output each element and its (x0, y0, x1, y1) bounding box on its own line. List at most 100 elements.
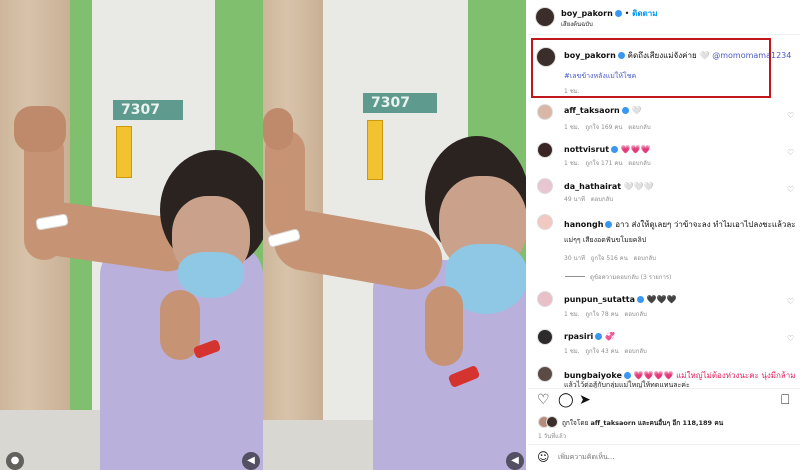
heart-icon[interactable]: ♡ (787, 334, 794, 343)
comment-username[interactable]: nottvisrut (564, 145, 609, 154)
comment-username[interactable]: aff_taksaorn (564, 106, 620, 115)
reply-button[interactable]: ตอบกลับ (591, 196, 613, 203)
likes-summary: ถูกใจโดย aff_taksaorn และคนอื่นๆ อีก 118… (562, 418, 723, 428)
heart-icon[interactable]: ♡ (787, 148, 794, 157)
comment-time: 1 ชม. (564, 348, 580, 355)
fist (14, 106, 66, 152)
person-icon[interactable]: ● (6, 452, 24, 470)
heart-icon[interactable]: ♡ (787, 111, 794, 120)
author-avatar[interactable] (535, 7, 555, 27)
verified-icon (621, 107, 629, 114)
replies-line (565, 276, 585, 277)
comment-text: 💗💗💗💗 แม่ใหญ่ไม่ต้องห่วงนะคะ นุ่งมีกล้าม (633, 371, 796, 380)
post-time: 1 วันที่แล้ว (538, 433, 567, 440)
reply-button[interactable]: ตอบกลับ (624, 311, 646, 318)
verified-icon (605, 221, 613, 228)
room-sign: 7307 (113, 100, 183, 120)
comment-text: 🤍 (631, 106, 642, 115)
sign-tag (367, 120, 383, 180)
comment-text: 💗💗💗 (620, 145, 651, 154)
video-frame-right[interactable]: 7307 ◀ (263, 0, 526, 470)
caption-highlight-box (531, 38, 771, 98)
bookmark-icon[interactable]: ⎕ (781, 392, 789, 408)
verified-icon (595, 333, 603, 340)
comment-line: nottvisrut 💗💗💗 (564, 145, 651, 154)
comment-line: da_hathairat 🤍🤍🤍 (564, 182, 654, 191)
comment-meta: 1 ชม. ถูกใจ 171 คน ตอบกลับ (564, 158, 651, 168)
comment-time: 49 นาที (564, 196, 585, 203)
comment-likes[interactable]: ถูกใจ 171 คน (585, 160, 622, 167)
reply-button[interactable]: ตอบกลับ (628, 124, 650, 131)
emoji-icon[interactable]: ☺ (537, 450, 550, 464)
comment-avatar[interactable] (537, 329, 553, 345)
volume-icon[interactable]: ◀ (242, 452, 260, 470)
action-divider (528, 388, 800, 389)
comment-avatar[interactable] (537, 366, 553, 382)
header-divider (528, 34, 800, 35)
reply-button[interactable]: ตอบกลับ (628, 160, 650, 167)
verified-icon (623, 372, 631, 379)
comment-text: อาว ส่งให้ดูเลยๆ ว่าข้าจะลง ทำไมเอาไปลงช… (615, 220, 796, 229)
comment-line: rpasiri 💞 (564, 332, 615, 341)
heart-icon[interactable]: ♡ (787, 222, 794, 231)
comment-text: 💞 (605, 332, 616, 341)
reply-button[interactable]: ตอบกลับ (624, 348, 646, 355)
comment-avatar[interactable] (537, 104, 553, 120)
comment-username[interactable]: bungbaiyoke (564, 371, 622, 380)
comment-text: 🤍🤍🤍 (623, 182, 654, 191)
video-scene: 7307 (263, 0, 526, 470)
comment-line: punpun_sutatta 🖤🖤🖤 (564, 295, 677, 304)
sign-tag (116, 126, 132, 178)
reply-button[interactable]: ตอบกลับ (634, 255, 656, 262)
room-sign: 7307 (363, 93, 437, 113)
comment-avatar[interactable] (537, 291, 553, 307)
comment-meta: 30 นาที ถูกใจ 516 คน ตอบกลับ (564, 253, 656, 263)
comment-time: 30 นาที (564, 255, 585, 262)
author-username[interactable]: boy_pakorn (561, 9, 613, 18)
comment-text-continued: แล้วไว้ต่อสู้กับกลุ่มแม่ใหญ่ให้ทดแทนละค่… (564, 381, 690, 389)
hand (425, 286, 463, 366)
comment-text: 🖤🖤🖤 (646, 295, 677, 304)
comment-avatar[interactable] (537, 214, 553, 230)
verified-icon (611, 146, 619, 153)
comment-avatar[interactable] (537, 178, 553, 194)
heart-icon[interactable]: ♡ (787, 185, 794, 194)
comment-meta: 1 ชม. ถูกใจ 43 คน ตอบกลับ (564, 346, 647, 356)
comment-likes[interactable]: ถูกใจ 78 คน (585, 311, 618, 318)
comment-username[interactable]: da_hathairat (564, 182, 621, 191)
verified-icon (614, 10, 622, 17)
comment-meta: 49 นาที ตอบกลับ (564, 194, 613, 204)
liker-avatar (546, 416, 558, 428)
video-frame-left[interactable]: 7307 ● ◀ (0, 0, 263, 470)
comment-meta: 1 ชม. ถูกใจ 78 คน ตอบกลับ (564, 309, 647, 319)
comment-icon[interactable]: ◯ (558, 392, 574, 408)
share-icon[interactable]: ➤ (579, 392, 591, 408)
likes-prefix: ถูกใจโดย (562, 419, 589, 427)
likes-user[interactable]: aff_taksaorn (590, 419, 635, 427)
video-scene: 7307 (0, 0, 263, 470)
add-comment-input[interactable] (558, 450, 778, 464)
comment-avatar[interactable] (537, 142, 553, 158)
comment-username[interactable]: punpun_sutatta (564, 295, 635, 304)
comment-time: 1 ชม. (564, 311, 580, 318)
comment-meta: 1 ชม. ถูกใจ 169 คน ตอบกลับ (564, 122, 651, 132)
comment-likes[interactable]: ถูกใจ 516 คน (591, 255, 628, 262)
comment-line: aff_taksaorn 🤍 (564, 106, 641, 115)
comment-username[interactable]: hanongh (564, 220, 603, 229)
comment-line: hanongh อาว ส่งให้ดูเลยๆ ว่าข้าจะลง ทำไม… (564, 218, 796, 231)
heart-icon[interactable]: ♡ (787, 297, 794, 306)
fist (263, 108, 293, 150)
comment-likes[interactable]: ถูกใจ 43 คน (585, 348, 618, 355)
comment-text-continued: แม่ๆๆ เสียงอดฟันขโมยคลิป (564, 236, 647, 244)
view-replies-button[interactable]: ดูข้อความตอบกลับ (3 รายการ) (590, 272, 671, 282)
heart-icon[interactable]: ♡ (537, 392, 550, 408)
likes-count[interactable]: และคนอื่นๆ อีก 118,189 คน (638, 419, 723, 427)
follow-button[interactable]: ติดตาม (632, 9, 657, 18)
audio-subtitle[interactable]: เสียงต้นฉบับ (561, 19, 593, 29)
verified-icon (636, 296, 644, 303)
comment-username[interactable]: rpasiri (564, 332, 593, 341)
comment-likes[interactable]: ถูกใจ 169 คน (585, 124, 622, 131)
volume-icon[interactable]: ◀ (506, 452, 524, 470)
comment-time: 1 ชม. (564, 124, 580, 131)
comment-divider (528, 444, 800, 445)
